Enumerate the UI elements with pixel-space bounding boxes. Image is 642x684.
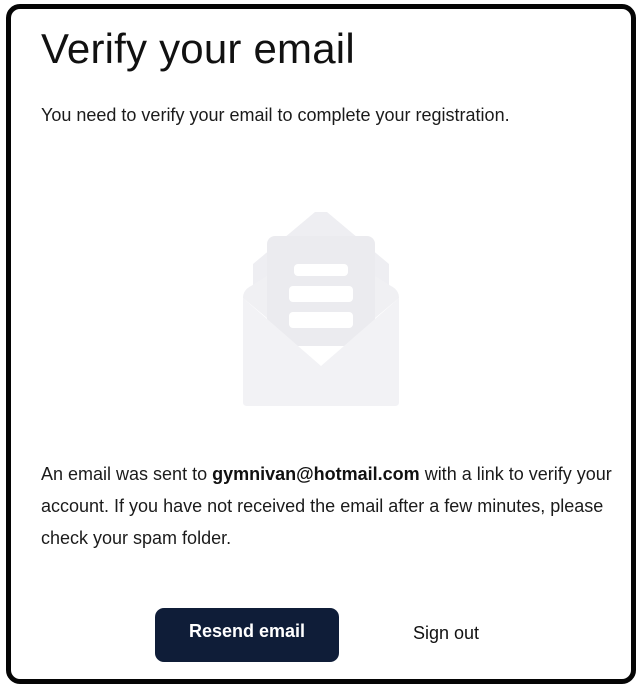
- sign-out-button[interactable]: Sign out: [391, 608, 501, 658]
- resend-email-button[interactable]: Resend email: [155, 608, 339, 662]
- intro-text: You need to verify your email to complet…: [41, 105, 510, 125]
- envelope-open-icon: [243, 212, 399, 406]
- verify-email-dialog: Verify your email You need to verify you…: [6, 4, 636, 684]
- email-address: gymnivan@hotmail.com: [212, 464, 420, 484]
- dialog-actions: Resend email Sign out: [11, 608, 631, 662]
- page-title: Verify your email: [41, 25, 355, 72]
- message-prefix: An email was sent to: [41, 464, 213, 484]
- instructions-text: An email was sent to gymnivan@hotmail.co…: [41, 458, 626, 554]
